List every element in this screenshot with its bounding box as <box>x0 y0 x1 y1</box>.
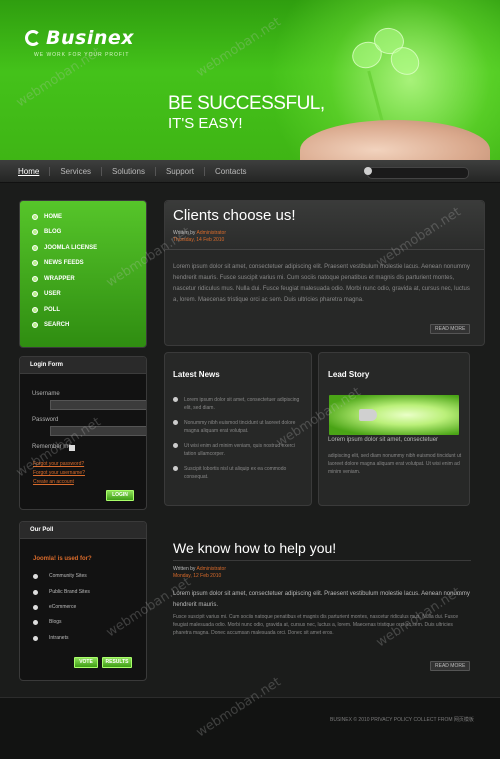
nav-item-home[interactable]: Home <box>18 167 49 176</box>
site-logo[interactable]: Businex <box>46 27 134 49</box>
nav-item-contacts[interactable]: Contacts <box>203 166 257 176</box>
nav-item-solutions[interactable]: Solutions <box>101 166 155 176</box>
login-button[interactable]: LOGIN <box>106 490 134 501</box>
help-article-title[interactable]: We know how to help you! <box>173 540 336 556</box>
nav-item-services[interactable]: Services <box>49 166 101 176</box>
bullet-icon <box>173 420 178 425</box>
login-form: Login Form Username Password Remember me… <box>19 356 147 510</box>
bulb-icon <box>359 409 377 421</box>
bullet-icon <box>32 229 38 236</box>
tagline: WE WORK FOR YOUR PROFIT <box>34 52 130 58</box>
radio-icon[interactable] <box>33 619 38 625</box>
forgot-password-link[interactable]: Forgot your password? <box>33 461 84 467</box>
sidebar-item-user[interactable]: USER <box>20 287 146 303</box>
results-button[interactable]: RESULTS <box>102 657 132 668</box>
radio-icon[interactable] <box>33 589 38 595</box>
lead-story-title: Lead Story <box>328 370 370 379</box>
sidebar-item-home[interactable]: HOME <box>20 209 146 225</box>
nav-item-support[interactable]: Support <box>154 166 204 176</box>
article-body: Lorem ipsum dolor sit amet, consectetuer… <box>173 264 470 303</box>
poll-option[interactable]: Blogs <box>33 619 62 625</box>
header-banner: Businex WE WORK FOR YOUR PROFIT BE SUCCE… <box>0 0 500 160</box>
poll-option[interactable]: Public Brand Sites <box>33 589 90 595</box>
remember-label: Remember me <box>32 444 72 450</box>
search-icon[interactable] <box>364 167 372 175</box>
poll-option[interactable]: Community Sites <box>33 573 87 579</box>
latest-news-title: Latest News <box>173 370 220 379</box>
news-item[interactable]: Nonummy nibh euismod tincidunt ut laoree… <box>173 419 303 435</box>
bullet-icon <box>32 260 38 267</box>
search-input[interactable] <box>367 167 469 179</box>
radio-icon[interactable] <box>33 604 38 610</box>
radio-icon[interactable] <box>33 573 38 579</box>
sidebar-item-joomla-license[interactable]: JOOMLA LICENSE <box>20 240 146 256</box>
footer <box>0 697 500 759</box>
bullet-icon <box>32 291 38 298</box>
help-meta: Written by Administrator <box>173 566 226 572</box>
nav-menu: Home Services Solutions Support Contacts <box>18 160 257 182</box>
radio-icon[interactable] <box>33 635 38 641</box>
help-body-lead: Lorem ipsum dolor sit amet, consectetuer… <box>173 591 470 608</box>
article-title[interactable]: Clients choose us! <box>173 207 296 224</box>
bullet-icon <box>32 275 38 282</box>
create-account-link[interactable]: Create an account <box>33 479 74 485</box>
bullet-icon <box>173 397 178 402</box>
poll-option[interactable]: eCommerce <box>33 604 76 610</box>
username-label: Username <box>32 391 60 397</box>
poll-question: Joomla! is used for? <box>33 556 92 562</box>
article-date: Thursday, 14 Feb 2010 <box>173 237 225 243</box>
article-meta: Written by Administrator <box>173 230 226 236</box>
bullet-icon <box>173 443 178 448</box>
forgot-username-link[interactable]: Forgot your username? <box>33 470 85 476</box>
password-input[interactable] <box>50 426 146 436</box>
bullet-icon <box>173 466 178 471</box>
sidebar-item-blog[interactable]: BLOG <box>20 225 146 241</box>
slogan-line-1: BE SUCCESSFUL, <box>168 93 325 114</box>
poll-title: Our Poll <box>20 522 146 539</box>
poll-option[interactable]: Intranets <box>33 635 68 641</box>
bullet-icon <box>32 244 38 251</box>
lightbulb-image <box>329 395 459 435</box>
remember-checkbox[interactable] <box>69 445 75 451</box>
username-input[interactable] <box>50 400 146 410</box>
slogan-line-2: IT'S EASY! <box>168 115 243 132</box>
read-more-button[interactable]: READ MORE <box>430 324 471 334</box>
divider <box>173 560 471 561</box>
sidebar-item-news-feeds[interactable]: NEWS FEEDS <box>20 256 146 272</box>
help-date: Monday, 12 Feb 2010 <box>173 573 222 579</box>
password-label: Password <box>32 417 59 423</box>
poll-box: Our Poll Joomla! is used for? Community … <box>19 521 147 681</box>
logo-icon[interactable] <box>25 30 41 46</box>
lead-body: adipiscing elit, sed diam nonummy nibh e… <box>328 453 462 475</box>
sidebar-item-poll[interactable]: POLL <box>20 302 146 318</box>
news-item[interactable]: Lorem ipsum dolor sit amet, consectetuer… <box>173 396 303 412</box>
vote-button[interactable]: VOTE <box>74 657 98 668</box>
sidebar-item-search[interactable]: SEARCH <box>20 318 146 334</box>
footer-copyright: BUSINEX © 2010 PRIVACY POLICY COLLECT FR… <box>330 717 474 723</box>
read-more-button[interactable]: READ MORE <box>430 661 471 671</box>
lead-headline[interactable]: Lorem ipsum dolor sit amet, consectetuer <box>328 436 438 444</box>
help-body: Fusce suscipit varius mi. Cum sociis nat… <box>173 614 459 636</box>
bullet-icon <box>32 306 38 313</box>
news-item[interactable]: Suscipit lobortis nisl ut aliquip ex ea … <box>173 465 303 481</box>
bullet-icon <box>32 213 38 220</box>
sidebar-menu: HOME BLOG JOOMLA LICENSE NEWS FEEDS WRAP… <box>19 200 147 348</box>
bullet-icon <box>32 322 38 329</box>
sidebar-item-wrapper[interactable]: WRAPPER <box>20 271 146 287</box>
login-title: Login Form <box>20 357 146 374</box>
clover-image <box>348 25 425 83</box>
news-item[interactable]: Ut wisi enim ad minim veniam, quis nostr… <box>173 442 303 458</box>
